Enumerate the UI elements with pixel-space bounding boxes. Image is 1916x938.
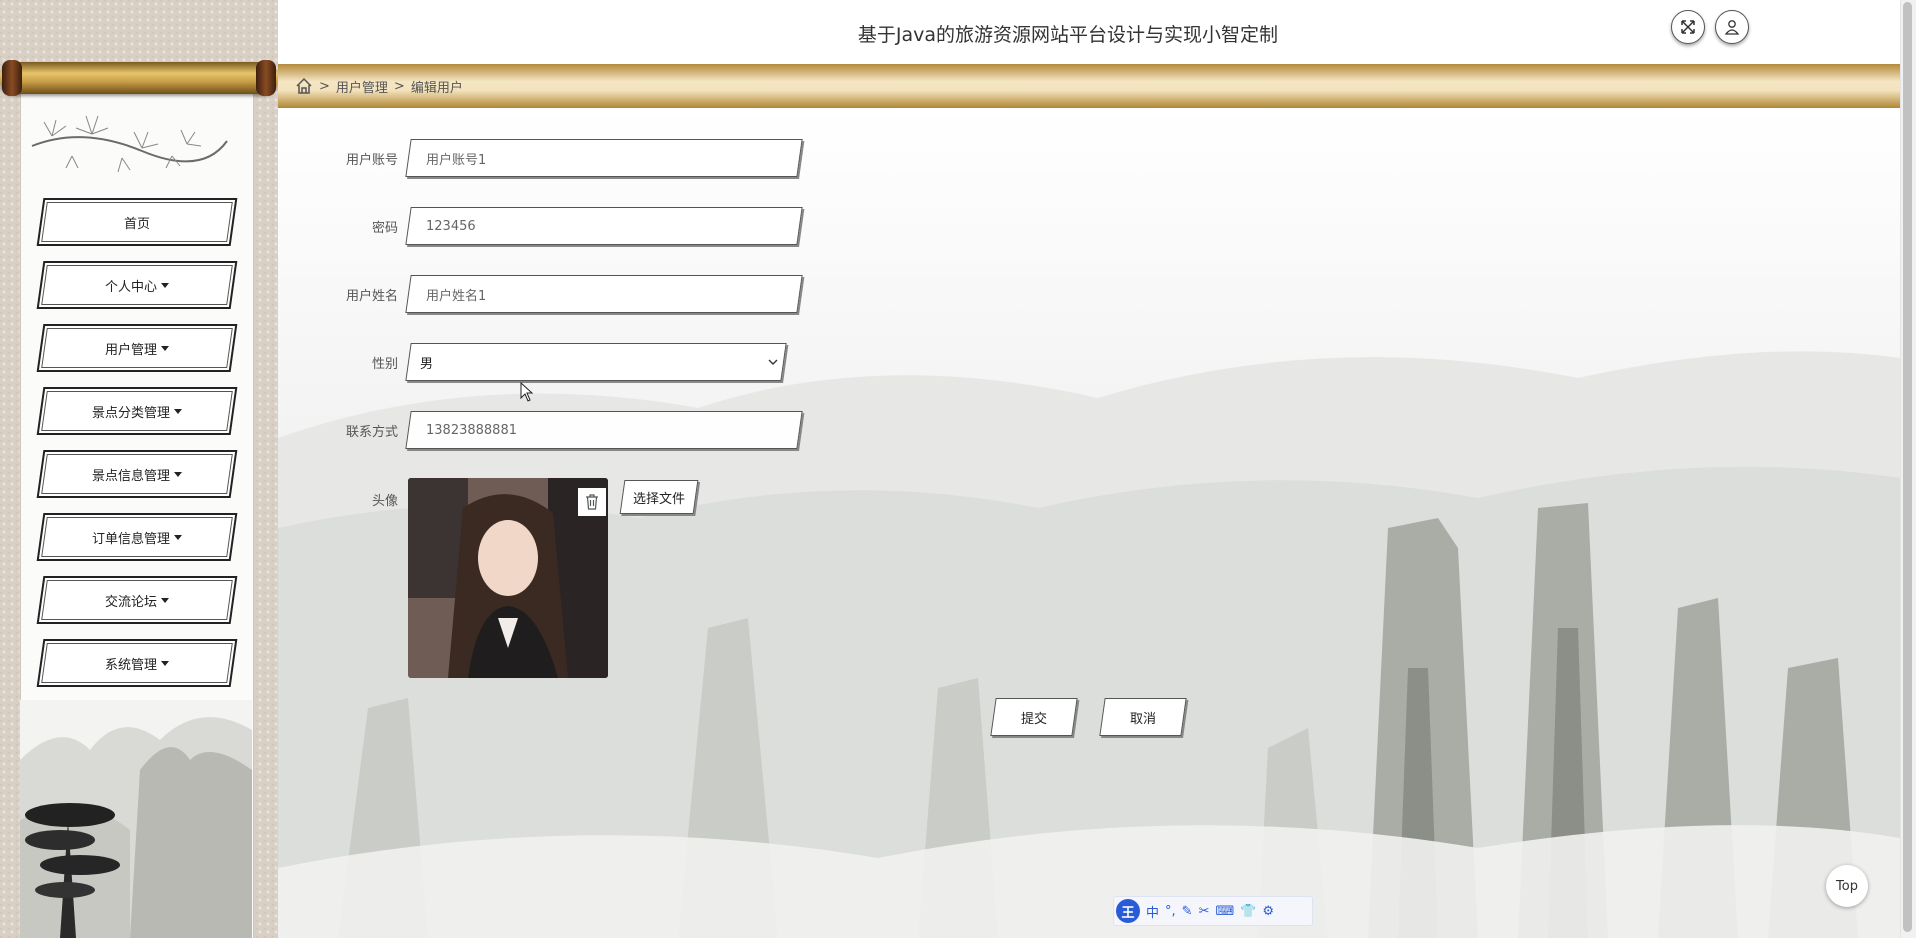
ime-toolbar: 王 中 °, ✎ ✂ ⌨ 👕 ⚙ — [1113, 896, 1313, 926]
name-label: 用户姓名 — [345, 288, 398, 304]
gender-select[interactable]: 男 — [408, 343, 784, 381]
submit-label: 提交 — [1020, 711, 1047, 727]
sidebar-item-personal-center[interactable]: 个人中心 — [40, 261, 234, 309]
form-row-password: 密码 123456 — [278, 206, 800, 246]
choose-file-button[interactable]: 选择文件 — [622, 480, 696, 514]
phone-value: 13823888881 — [426, 422, 517, 438]
user-icon — [1724, 20, 1740, 35]
breadcrumb-separator: > — [319, 78, 330, 94]
phone-input[interactable]: 13823888881 — [408, 411, 800, 449]
sidebar-item-label: 个人中心 — [104, 279, 157, 295]
top-button-label: Top — [1836, 878, 1858, 894]
form-row-account: 用户账号 用户账号1 — [278, 138, 800, 178]
pine-branch-decoration — [31, 115, 228, 173]
mouse-cursor-icon — [520, 382, 534, 402]
landscape-painting-decoration — [20, 700, 252, 938]
trash-icon — [586, 494, 598, 510]
skin-shirt-icon[interactable]: 👕 — [1240, 904, 1256, 919]
main-content: 用户账号 用户账号1 密码 123456 用户姓名 用户姓名1 性别 男 联系方… — [278, 108, 1900, 938]
phone-label: 联系方式 — [345, 424, 398, 440]
sidebar-item-user-management[interactable]: 用户管理 — [40, 324, 234, 372]
account-label: 用户账号 — [345, 152, 398, 168]
sidebar-menu: 首页 个人中心 用户管理 景点分类管理 景点信息管理 订单信息管理 交流论坛 系… — [40, 198, 234, 702]
caret-down-icon — [174, 471, 182, 477]
password-label: 密码 — [371, 220, 398, 236]
caret-down-icon — [174, 408, 182, 414]
form-row-name: 用户姓名 用户姓名1 — [278, 274, 800, 314]
sidebar-item-scenic-category[interactable]: 景点分类管理 — [40, 387, 234, 435]
scissors-icon[interactable]: ✂ — [1199, 904, 1210, 919]
cancel-label: 取消 — [1129, 711, 1156, 727]
avatar-image — [408, 478, 608, 678]
cancel-button[interactable]: 取消 — [1102, 698, 1184, 736]
caret-down-icon — [161, 597, 169, 603]
top-header: 基于Java的旅游资源网站平台设计与实现小智定制 — [278, 0, 1900, 64]
form-row-gender: 性别 男 — [278, 342, 784, 382]
page-scrollbar-thumb[interactable] — [1903, 2, 1912, 932]
sidebar: 首页 个人中心 用户管理 景点分类管理 景点信息管理 订单信息管理 交流论坛 系… — [0, 0, 278, 938]
sidebar-item-label: 景点分类管理 — [91, 405, 170, 421]
site-title: 基于Java的旅游资源网站平台设计与实现小智定制 — [857, 24, 1279, 46]
account-value: 用户账号1 — [426, 152, 487, 168]
sidebar-item-label: 用户管理 — [104, 342, 157, 358]
gender-label: 性别 — [371, 356, 398, 372]
back-to-top-button[interactable]: Top — [1826, 865, 1868, 907]
sidebar-item-label: 景点信息管理 — [91, 468, 170, 484]
form-row-avatar: 头像 选择文件 — [278, 478, 696, 678]
password-value: 123456 — [426, 218, 476, 234]
breadcrumb-edit-user: 编辑用户 — [410, 80, 463, 96]
gear-icon[interactable]: ⚙ — [1262, 904, 1274, 919]
expand-arrows-icon — [1681, 20, 1695, 34]
ime-mode-toggle[interactable]: 中 — [1146, 902, 1159, 921]
password-input[interactable]: 123456 — [408, 207, 800, 245]
caret-down-icon — [161, 282, 169, 288]
avatar-label: 头像 — [371, 494, 398, 509]
user-menu-button[interactable] — [1715, 10, 1749, 44]
breadcrumb: > 用户管理 > 编辑用户 — [278, 64, 1900, 108]
pen-icon[interactable]: ✎ — [1182, 904, 1193, 919]
breadcrumb-user-management[interactable]: 用户管理 — [336, 77, 388, 96]
home-icon[interactable] — [295, 77, 313, 95]
sidebar-item-label: 订单信息管理 — [91, 531, 170, 547]
gender-value: 男 — [420, 356, 434, 372]
sidebar-item-forum[interactable]: 交流论坛 — [40, 576, 234, 624]
keyboard-icon[interactable]: ⌨ — [1215, 904, 1234, 919]
delete-avatar-button[interactable] — [578, 488, 606, 516]
caret-down-icon — [174, 534, 182, 540]
sidebar-item-system[interactable]: 系统管理 — [40, 639, 234, 687]
submit-button[interactable]: 提交 — [993, 698, 1075, 736]
fullscreen-button[interactable] — [1671, 10, 1705, 44]
sidebar-item-home[interactable]: 首页 — [40, 198, 234, 246]
sidebar-item-label: 首页 — [123, 216, 150, 232]
sidebar-item-label: 系统管理 — [104, 657, 157, 673]
chevron-down-icon — [768, 359, 778, 365]
choose-file-label: 选择文件 — [632, 491, 685, 507]
sidebar-item-orders[interactable]: 订单信息管理 — [40, 513, 234, 561]
caret-down-icon — [161, 660, 169, 666]
ime-logo-icon[interactable]: 王 — [1116, 899, 1140, 923]
name-input[interactable]: 用户姓名1 — [408, 275, 800, 313]
account-input[interactable]: 用户账号1 — [408, 139, 800, 177]
sidebar-item-label: 交流论坛 — [104, 594, 157, 610]
caret-down-icon — [161, 345, 169, 351]
name-value: 用户姓名1 — [426, 288, 487, 304]
breadcrumb-separator: > — [393, 78, 405, 94]
scroll-rod-decoration — [0, 60, 278, 96]
form-row-phone: 联系方式 13823888881 — [278, 410, 800, 450]
sidebar-item-scenic-info[interactable]: 景点信息管理 — [40, 450, 234, 498]
ime-punctuation-toggle[interactable]: °, — [1165, 904, 1176, 919]
